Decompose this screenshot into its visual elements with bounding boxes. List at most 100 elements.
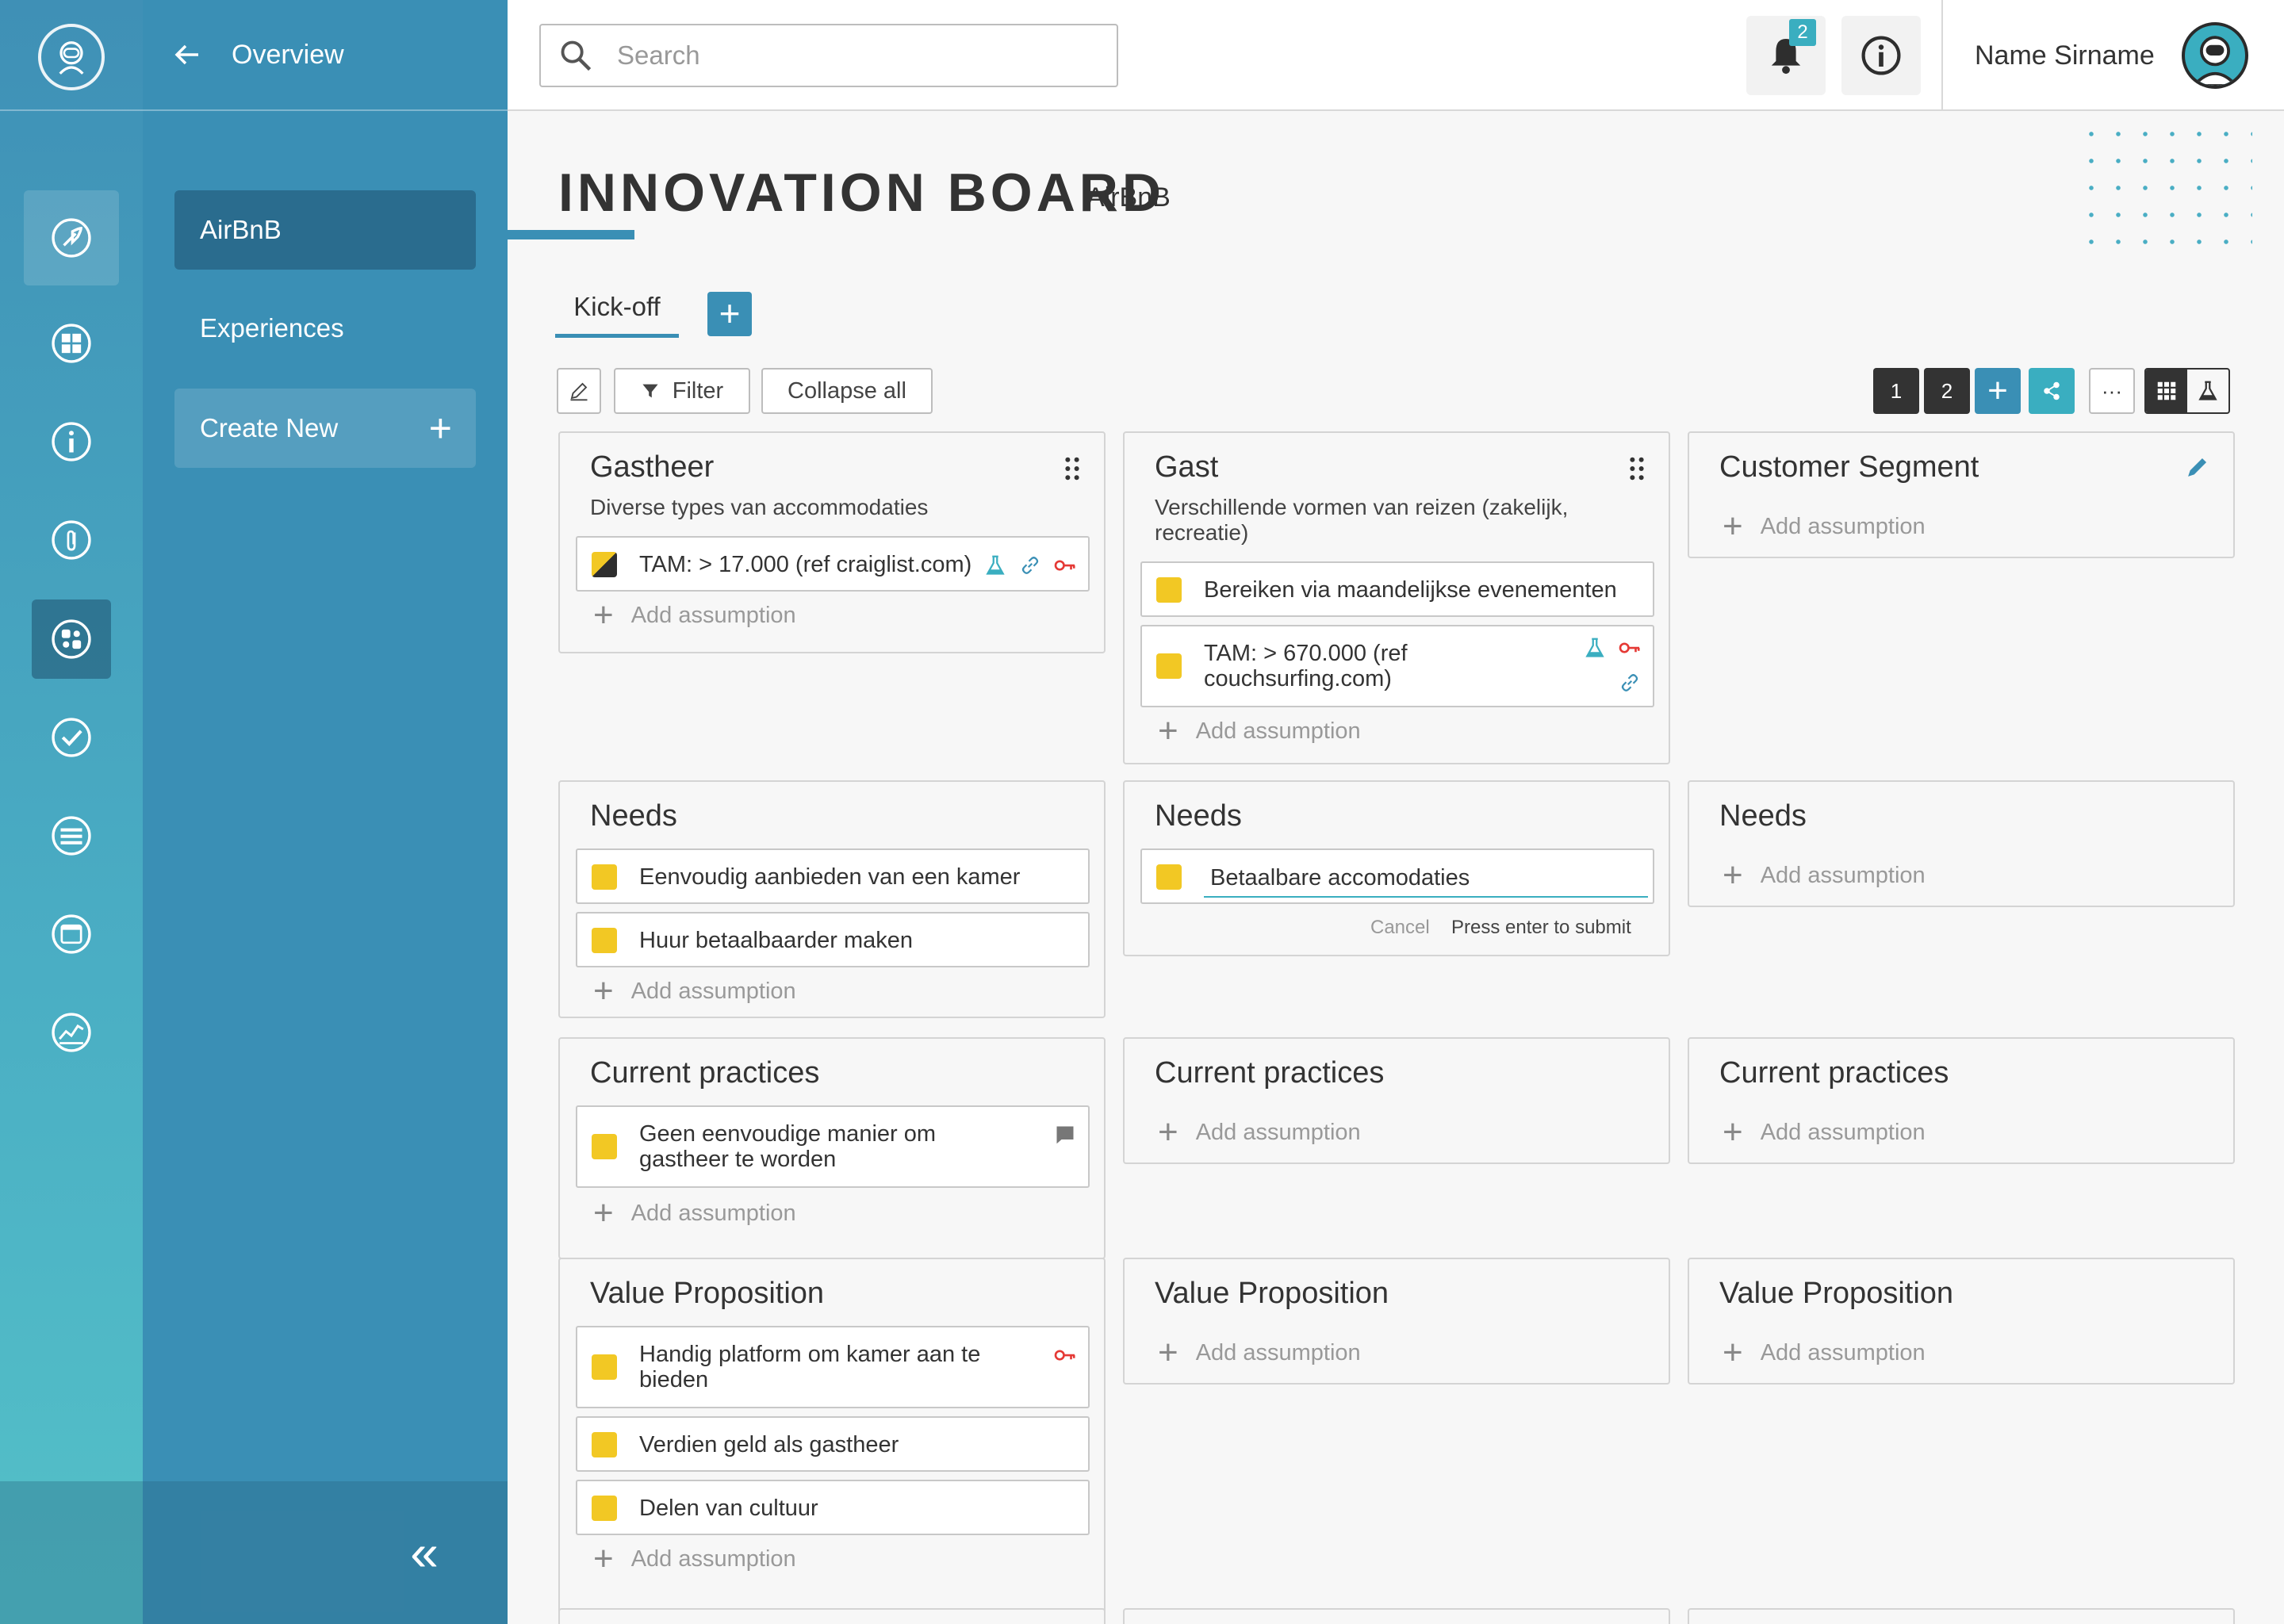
assumption-item[interactable]: Geen eenvoudige manier om gastheer te wo… <box>576 1105 1090 1188</box>
rail-divider <box>0 109 143 111</box>
tab-kick-off[interactable]: Kick-off <box>555 285 679 338</box>
calendar-icon[interactable] <box>24 887 119 982</box>
add-assumption-button[interactable]: + Add assumption <box>1723 1335 1926 1370</box>
status-square-icon <box>592 928 617 953</box>
share-button[interactable] <box>2029 368 2075 414</box>
chart-icon[interactable] <box>24 985 119 1080</box>
paperclip-icon[interactable] <box>24 492 119 588</box>
assumption-item[interactable]: Eenvoudig aanbieden van een kamer <box>576 848 1090 904</box>
assumption-item[interactable]: Verdien geld als gastheer <box>576 1416 1090 1472</box>
more-options-button[interactable]: ··· <box>2089 368 2135 414</box>
add-assumption-button[interactable]: + Add assumption <box>593 598 796 633</box>
assumption-editor[interactable] <box>1140 848 1654 904</box>
flask-icon[interactable] <box>1583 636 1607 660</box>
add-assumption-button[interactable]: + Add assumption <box>1158 1335 1361 1370</box>
rocket-icon[interactable] <box>24 190 119 285</box>
add-assumption-button[interactable]: + Add assumption <box>1723 509 1926 544</box>
panel-header[interactable]: Overview <box>143 0 508 111</box>
search-box[interactable] <box>539 24 1118 87</box>
page-subtitle: AirBnB <box>1086 182 1171 213</box>
edit-board-button[interactable] <box>557 368 601 414</box>
avatar[interactable] <box>2181 22 2248 89</box>
assumption-item[interactable]: TAM: > 670.000 (ref couchsurfing.com) <box>1140 625 1654 707</box>
plus-icon: + <box>428 406 452 450</box>
panel-item-airbnb[interactable]: AirBnB <box>174 190 476 270</box>
add-tab-button[interactable]: + <box>707 292 752 336</box>
link-icon[interactable] <box>1018 553 1042 577</box>
share-icon <box>2044 381 2060 400</box>
card-title: Gastheer <box>590 450 715 484</box>
flask-icon[interactable] <box>983 553 1007 577</box>
pencil-icon[interactable] <box>2184 454 2211 481</box>
status-square-icon <box>592 864 617 890</box>
info-circle-icon <box>1861 36 1901 75</box>
title-underline <box>508 230 634 239</box>
key-icon[interactable] <box>1053 553 1077 577</box>
panel-item-experiences[interactable]: Experiences <box>174 289 476 368</box>
drag-handle-icon[interactable] <box>1627 457 1646 481</box>
filter-button[interactable]: Filter <box>614 368 750 414</box>
assumption-edit-input[interactable] <box>1204 860 1648 898</box>
add-assumption-button[interactable]: + Add assumption <box>593 1542 796 1576</box>
list-icon[interactable] <box>24 788 119 883</box>
add-assumption-button[interactable]: + Add assumption <box>1723 1115 1926 1150</box>
cancel-button[interactable]: Cancel <box>1370 917 1430 939</box>
assumption-text: Eenvoudig aanbieden van een kamer <box>639 864 1021 890</box>
view-toggle[interactable] <box>2144 368 2230 414</box>
assumption-item[interactable]: Delen van cultuur <box>576 1480 1090 1535</box>
create-new-label: Create New <box>200 413 339 442</box>
grid-view-icon[interactable] <box>2146 370 2187 412</box>
card-title: Needs <box>1155 799 1242 833</box>
assumption-text: Bereiken via maandelijkse evenementen <box>1204 577 1617 603</box>
filter-icon <box>642 384 658 398</box>
link-icon[interactable] <box>1618 671 1642 695</box>
flask-view-icon[interactable] <box>2187 370 2228 412</box>
main-content: INNOVATION BOARD AirBnB Kick-off + Filte… <box>508 113 2284 1624</box>
add-assumption-button[interactable]: + Add assumption <box>1158 714 1361 749</box>
assumption-item[interactable]: Handig platform om kamer aan te bieden <box>576 1326 1090 1408</box>
add-assumption-button[interactable]: + Add assumption <box>593 974 796 1009</box>
add-page-button[interactable]: + <box>1975 368 2021 414</box>
assumption-text: TAM: > 670.000 (ref couchsurfing.com) <box>1204 641 1408 691</box>
puzzle-grid-icon[interactable] <box>24 296 119 391</box>
assumption-item[interactable]: Huur betaalbaarder maken <box>576 912 1090 967</box>
assumption-text: TAM: > 17.000 (ref craiglist.com) <box>639 552 972 577</box>
puzzle-icon[interactable] <box>32 599 111 679</box>
value-card-gast: Value Proposition + Add assumption <box>1123 1258 1670 1385</box>
create-new-button[interactable]: Create New + <box>174 389 476 468</box>
assumption-item[interactable]: TAM: > 17.000 (ref craiglist.com) <box>576 536 1090 592</box>
page-1-button[interactable]: 1 <box>1873 368 1919 414</box>
check-icon[interactable] <box>24 690 119 785</box>
notifications-button[interactable]: 2 <box>1746 16 1826 95</box>
card-title: Current practices <box>590 1056 820 1090</box>
add-assumption-button[interactable]: + Add assumption <box>1723 858 1926 893</box>
search-input[interactable] <box>617 40 1093 71</box>
card-title: Value Proposition <box>1155 1277 1389 1310</box>
search-icon <box>561 40 592 71</box>
comment-icon[interactable] <box>1053 1123 1077 1147</box>
overview-link[interactable]: Overview <box>232 40 344 71</box>
card-title: Gast <box>1155 450 1219 484</box>
panel-footer: « <box>143 1481 508 1624</box>
arrow-left-icon[interactable] <box>171 39 203 71</box>
astronaut-logo-icon[interactable] <box>38 24 105 90</box>
add-assumption-button[interactable]: + Add assumption <box>1158 1115 1361 1150</box>
info-icon[interactable] <box>24 394 119 489</box>
info-button[interactable] <box>1841 16 1921 95</box>
page-2-button[interactable]: 2 <box>1924 368 1970 414</box>
status-square-icon <box>1156 653 1182 679</box>
needs-card-new: Needs + Add assumption <box>1688 780 2235 907</box>
key-icon[interactable] <box>1053 1343 1077 1367</box>
collapse-all-button[interactable]: Collapse all <box>761 368 933 414</box>
user-menu[interactable]: Name Sirname <box>1941 0 2284 111</box>
add-assumption-button[interactable]: + Add assumption <box>593 1196 796 1231</box>
assumption-item[interactable]: Bereiken via maandelijkse evenementen <box>1140 561 1654 617</box>
assumption-text: Geen eenvoudige manier om gastheer te wo… <box>639 1121 937 1172</box>
next-row-card <box>1688 1608 2235 1624</box>
drag-handle-icon[interactable] <box>1063 457 1082 481</box>
collapse-sidebar-button[interactable]: « <box>397 1527 452 1583</box>
status-square-icon <box>592 1354 617 1380</box>
value-card-gastheer: Value Proposition Handig platform om kam… <box>558 1258 1106 1622</box>
key-icon[interactable] <box>1618 636 1642 660</box>
card-title: Customer Segment <box>1719 450 1979 484</box>
